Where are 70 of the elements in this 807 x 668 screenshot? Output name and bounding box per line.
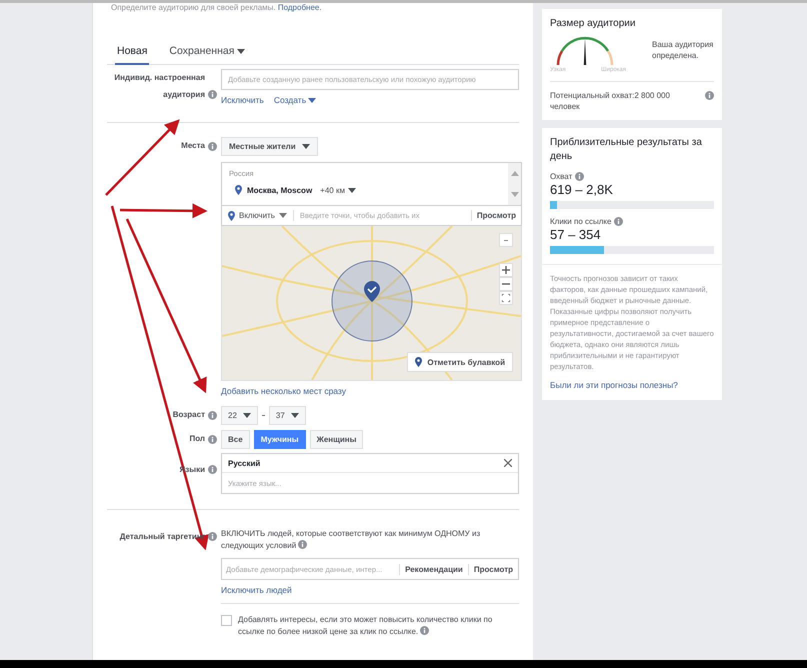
- pin-icon: [235, 185, 242, 195]
- minus-icon: [502, 283, 510, 285]
- checkbox[interactable]: [221, 615, 232, 626]
- gender-option[interactable]: Мужчины: [254, 430, 306, 449]
- zoom-in-button[interactable]: [499, 263, 513, 277]
- info-icon: [208, 532, 217, 541]
- card-title: Приблизительные результаты за день: [550, 136, 703, 164]
- plus-icon: [502, 266, 510, 274]
- city-text: Москва, Moscow: [247, 186, 312, 194]
- audience-tab[interactable]: Новая: [115, 41, 150, 65]
- info-icon: [420, 626, 430, 635]
- metric-value: 57 – 354: [550, 227, 602, 242]
- caret-icon: [242, 413, 251, 418]
- pin-icon: [228, 210, 235, 220]
- info-icon: [575, 172, 584, 181]
- caret-icon: [290, 413, 299, 418]
- info-icon: [705, 91, 714, 100]
- targeting-description: ВКЛЮЧИТЬ людей, которые соответствуют как минимум ОДНОМУ из следующих условий: [221, 528, 482, 552]
- info-icon: [208, 435, 217, 444]
- language-text: Русский: [228, 458, 260, 468]
- checkbox-label: Добавлять интересы, если это может повысить количество клики по ссылке по более низкой цене за клик по ссылке.: [238, 614, 494, 638]
- drop-pin-button[interactable]: Отметить булавкой: [407, 352, 513, 372]
- browse-button[interactable]: Просмотр: [468, 564, 518, 574]
- field-label: Возраст: [172, 409, 205, 421]
- info-icon: [208, 90, 217, 99]
- info-icon: [208, 465, 217, 474]
- zoom-out-button[interactable]: [499, 277, 513, 291]
- metric-label: Охват: [550, 172, 572, 181]
- scroll-down-icon[interactable]: [510, 192, 518, 197]
- dash-icon: [262, 415, 265, 416]
- fit-button[interactable]: [499, 291, 513, 305]
- corners-icon: [502, 294, 510, 302]
- scroll-up-icon[interactable]: [510, 171, 518, 176]
- intro-text: Определите аудиторию для своей рекламы. Подробнее.: [111, 3, 323, 13]
- age-from-dropdown[interactable]: 22: [221, 406, 258, 425]
- collapse-button[interactable]: [499, 233, 513, 247]
- gender-option[interactable]: Все: [221, 430, 250, 449]
- age-to-dropdown[interactable]: 37: [268, 406, 306, 425]
- learn-more-link[interactable]: Подробнее.: [278, 3, 322, 13]
- info-icon: [208, 142, 217, 151]
- radius-dropdown[interactable]: +40 км: [320, 186, 356, 194]
- feedback-link[interactable]: Были ли эти прогнозы полезны?: [550, 380, 714, 390]
- map-placeholder[interactable]: Отметить булавкой: [221, 226, 522, 381]
- exclude-people-link[interactable]: Исключить людей: [221, 585, 292, 595]
- action-link[interactable]: Создать: [274, 95, 316, 105]
- field-label: Места: [181, 140, 205, 152]
- bulk-locations-link[interactable]: Добавить несколько мест сразу: [221, 386, 346, 396]
- caret-icon: [278, 213, 287, 218]
- location-type-dropdown[interactable]: Местные жители: [221, 137, 318, 156]
- browse-button[interactable]: Просмотр: [470, 210, 521, 221]
- action-link[interactable]: Исключить: [221, 95, 264, 105]
- potential-reach-text: Потенциальный охват:2 800 000 человек: [550, 90, 671, 112]
- metric-value: 619 – 2,8K: [550, 182, 614, 197]
- field-label: Пол: [189, 433, 205, 445]
- metric-label: Клики по ссылке: [550, 217, 612, 226]
- field-label: Индивид. настроенная аудитория: [113, 72, 205, 101]
- audience-status: Ваша аудитория определена.: [652, 39, 714, 62]
- caret-icon: [302, 144, 310, 149]
- info-icon: [298, 540, 308, 549]
- caret-icon: [348, 188, 356, 192]
- pin-icon: [415, 357, 422, 367]
- audience-tab[interactable]: Сохраненная: [167, 41, 248, 65]
- info-icon: [614, 217, 624, 226]
- close-icon[interactable]: [504, 459, 512, 467]
- gender-option[interactable]: Женщины: [310, 430, 364, 449]
- scrollbar[interactable]: [508, 163, 521, 205]
- info-icon: [208, 411, 217, 420]
- suggestions-button[interactable]: Рекомендации: [399, 564, 468, 574]
- include-dropdown[interactable]: Включить: [222, 210, 294, 221]
- card-title: Размер аудитории: [550, 17, 636, 31]
